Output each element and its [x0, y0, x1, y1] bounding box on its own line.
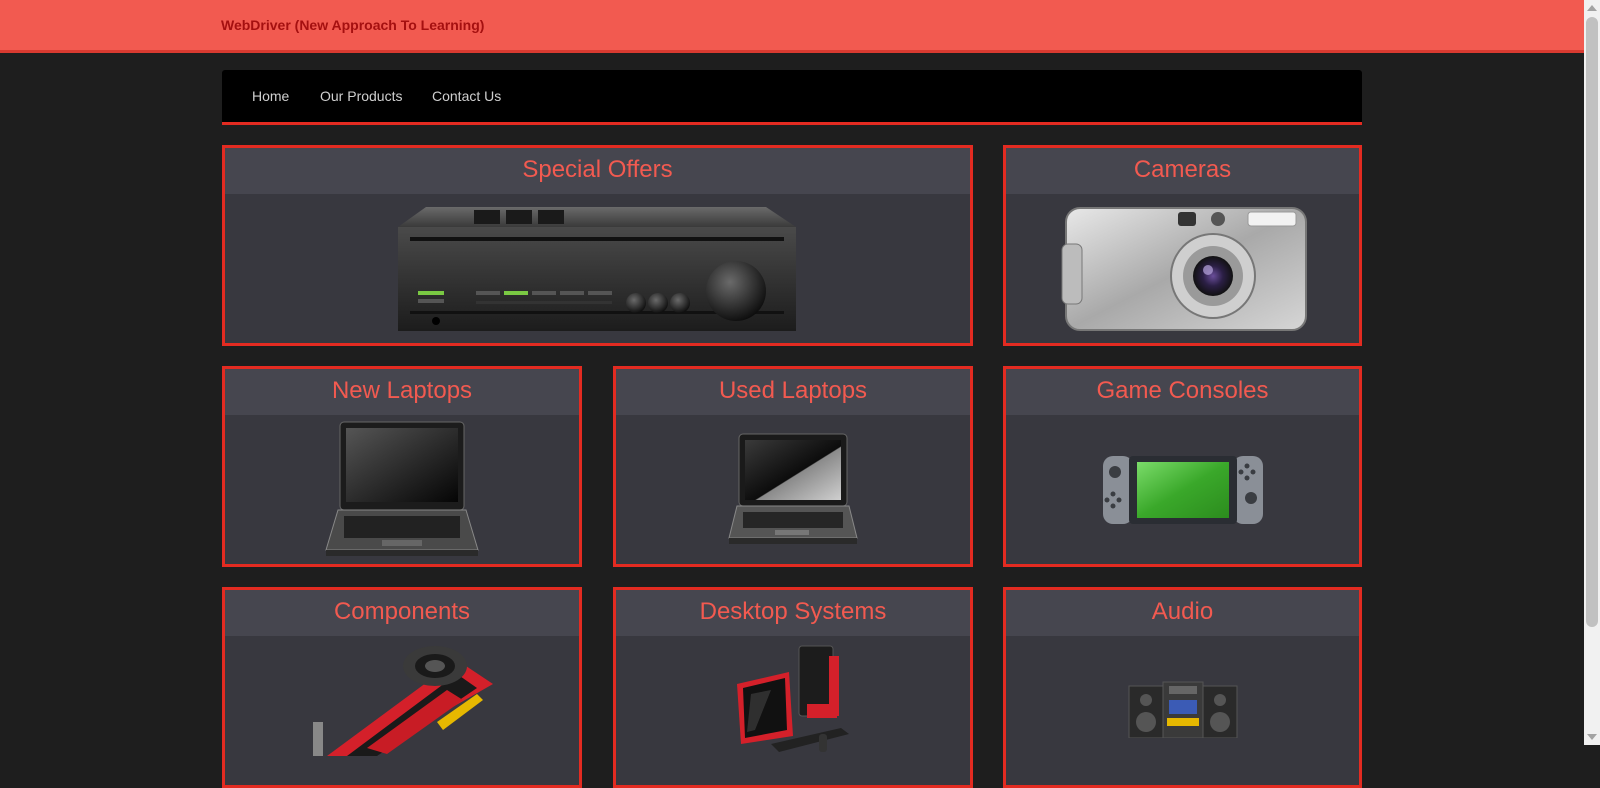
- card-header: Desktop Systems: [616, 590, 970, 636]
- laptop-icon: [728, 433, 858, 544]
- card-title[interactable]: New Laptops: [225, 369, 579, 405]
- product-card-cameras[interactable]: Cameras: [1003, 145, 1362, 346]
- product-card-components[interactable]: Components: [222, 587, 582, 788]
- site-brand[interactable]: WebDriver (New Approach To Learning): [221, 17, 484, 33]
- game-console-icon: [1102, 455, 1263, 524]
- vertical-scrollbar[interactable]: [1584, 0, 1600, 745]
- card-title[interactable]: Special Offers: [225, 148, 970, 184]
- card-image[interactable]: [225, 194, 970, 343]
- graphics-card-icon: [313, 646, 493, 756]
- card-title[interactable]: Cameras: [1006, 148, 1359, 184]
- card-image[interactable]: [225, 415, 579, 564]
- card-header: Special Offers: [225, 148, 970, 194]
- product-card-new-laptops[interactable]: New Laptops: [222, 366, 582, 567]
- card-header: Used Laptops: [616, 369, 970, 415]
- camera-icon: [1061, 206, 1307, 331]
- card-header: Game Consoles: [1006, 369, 1359, 415]
- card-header: New Laptops: [225, 369, 579, 415]
- stereo-icon: [1128, 681, 1237, 738]
- card-title[interactable]: Components: [225, 590, 579, 626]
- card-header: Cameras: [1006, 148, 1359, 194]
- card-header: Components: [225, 590, 579, 636]
- card-image[interactable]: [616, 415, 970, 564]
- card-image[interactable]: [1006, 415, 1359, 564]
- card-title[interactable]: Game Consoles: [1006, 369, 1359, 405]
- product-card-used-laptops[interactable]: Used Laptops: [613, 366, 973, 567]
- card-image[interactable]: [225, 636, 579, 785]
- product-card-audio[interactable]: Audio: [1003, 587, 1362, 788]
- card-image[interactable]: [1006, 194, 1359, 343]
- scrollbar-thumb[interactable]: [1586, 17, 1598, 627]
- desktop-system-icon: [737, 645, 849, 752]
- amplifier-icon: [397, 206, 796, 331]
- card-title[interactable]: Audio: [1006, 590, 1359, 626]
- site-header: WebDriver (New Approach To Learning): [0, 0, 1584, 53]
- card-image[interactable]: [1006, 636, 1359, 785]
- laptop-icon: [325, 421, 479, 556]
- main-navigation: Home Our Products Contact Us: [222, 70, 1362, 125]
- card-image[interactable]: [616, 636, 970, 785]
- card-title[interactable]: Desktop Systems: [616, 590, 970, 626]
- scroll-up-arrow-icon[interactable]: [1587, 5, 1597, 11]
- nav-home[interactable]: Home: [252, 88, 289, 104]
- card-header: Audio: [1006, 590, 1359, 636]
- nav-our-products[interactable]: Our Products: [320, 88, 402, 104]
- card-title[interactable]: Used Laptops: [616, 369, 970, 405]
- scroll-down-arrow-icon[interactable]: [1587, 734, 1597, 740]
- product-card-special-offers[interactable]: Special Offers: [222, 145, 973, 346]
- product-card-desktop-systems[interactable]: Desktop Systems: [613, 587, 973, 788]
- nav-contact-us[interactable]: Contact Us: [432, 88, 501, 104]
- product-card-game-consoles[interactable]: Game Consoles: [1003, 366, 1362, 567]
